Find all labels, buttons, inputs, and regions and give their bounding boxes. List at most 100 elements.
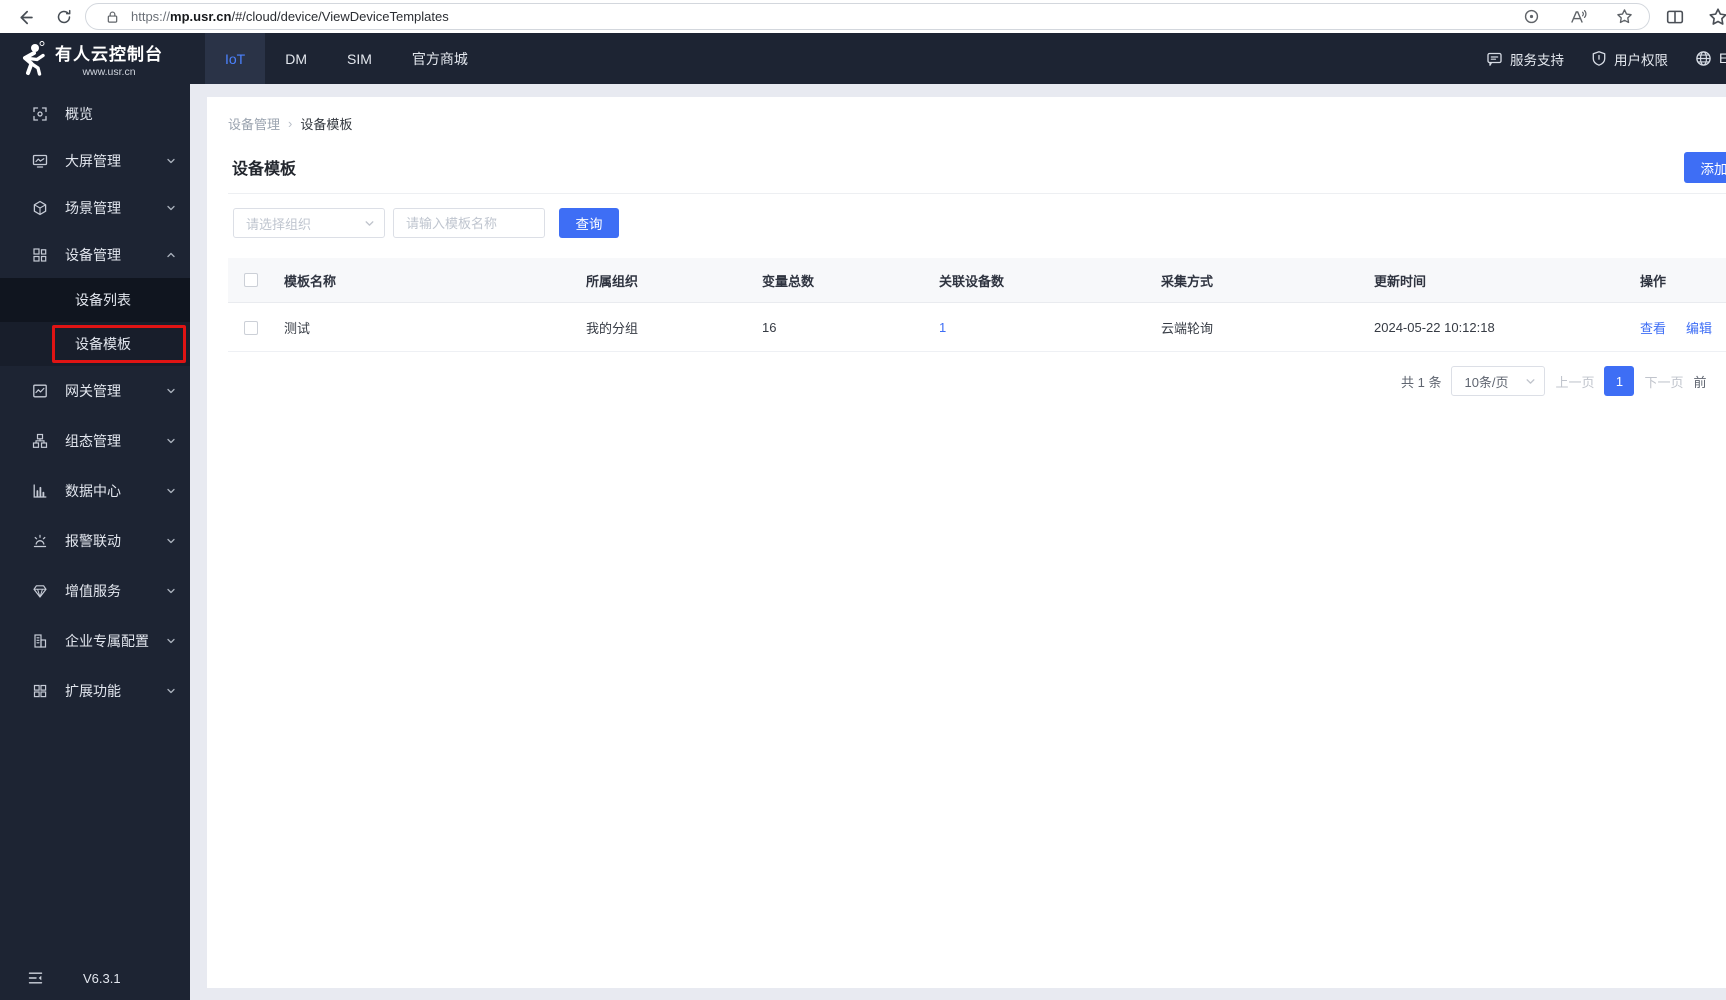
sidebar-item-extensions[interactable]: 扩展功能 [0, 666, 190, 716]
content-card: 设备管理 › 设备模板 设备模板 添加 请选择组织 查询 模板名称 所属组织 变… [207, 97, 1726, 988]
chevron-down-icon [166, 586, 176, 596]
split-screen-icon[interactable] [1666, 8, 1684, 26]
address-bar[interactable]: https://mp.usr.cn/#/cloud/device/ViewDev… [85, 3, 1650, 30]
lock-icon[interactable] [106, 10, 119, 24]
sidebar-item-data-center[interactable]: 数据中心 [0, 466, 190, 516]
browser-back-icon[interactable] [11, 4, 37, 30]
cell-update-time: 2024-05-22 10:12:18 [1374, 320, 1495, 335]
pagination-total: 共 1 条 [1401, 374, 1442, 390]
device-grid-icon [32, 247, 49, 263]
col-header-template-name: 模板名称 [284, 273, 337, 289]
url-text: https://mp.usr.cn/#/cloud/device/ViewDev… [131, 9, 449, 24]
send-to-device-icon[interactable] [1523, 8, 1540, 25]
add-template-button[interactable]: 添加 [1684, 152, 1726, 183]
sidebar-item-scada-mgmt[interactable]: 组态管理 [0, 416, 190, 466]
breadcrumb-device-mgmt[interactable]: 设备管理 [228, 114, 280, 133]
page-1-button[interactable]: 1 [1604, 366, 1635, 396]
sidebar: 概览 大屏管理 场景管理 设备管理 设备列表 设备模板 网关管理 组态管理 数据… [0, 84, 190, 1000]
url-path: /#/cloud/device/ViewDeviceTemplates [231, 9, 449, 24]
col-header-variable-total: 变量总数 [762, 273, 815, 289]
next-page-button[interactable]: 下一页 [1644, 372, 1683, 391]
sidebar-item-gateway-mgmt[interactable]: 网关管理 [0, 366, 190, 416]
chevron-down-icon [166, 203, 176, 213]
col-header-organization: 所属组织 [586, 273, 639, 289]
scene-cube-icon [32, 200, 49, 216]
collapse-sidebar-icon[interactable] [27, 970, 44, 986]
app-logo[interactable]: 有人云控制台 www.usr.cn [0, 33, 190, 84]
sidebar-item-value-added-services[interactable]: 增值服务 [0, 566, 190, 616]
row-checkbox[interactable] [244, 320, 258, 335]
tab-dm[interactable]: DM [265, 33, 327, 84]
app-version: V6.3.1 [83, 971, 121, 986]
tab-iot[interactable]: IoT [205, 33, 266, 84]
table-row: 测试 我的分组 16 1 云端轮询 2024-05-22 10:12:18 查看… [228, 304, 1726, 352]
linked-devices-link[interactable]: 1 [939, 320, 946, 335]
select-all-checkbox[interactable] [244, 273, 258, 287]
tab-sim[interactable]: SIM [327, 33, 392, 84]
sidebar-item-device-templates[interactable]: 设备模板 [0, 322, 190, 366]
organization-select-placeholder: 请选择组织 [246, 216, 312, 232]
favorite-star-icon[interactable] [1616, 8, 1633, 25]
prev-page-button[interactable]: 上一页 [1555, 372, 1594, 391]
cell-collect-method: 云端轮询 [1161, 321, 1214, 336]
url-domain: mp.usr.cn [170, 9, 232, 24]
organization-select[interactable]: 请选择组织 [233, 208, 385, 238]
pagination: 共 1 条 10条/页 上一页 1 下一页 前 [1401, 365, 1707, 397]
sidebar-item-device-mgmt[interactable]: 设备管理 [0, 231, 190, 278]
template-name-input[interactable] [393, 208, 545, 238]
diamond-badge-icon [32, 583, 49, 599]
app-header: 有人云控制台 www.usr.cn IoT DM SIM 官方商城 服务支持 用… [0, 33, 1726, 84]
chevron-down-icon [364, 218, 375, 229]
building-icon [32, 633, 49, 649]
service-support-link[interactable]: 服务支持 [1486, 49, 1564, 69]
logo-title: 有人云控制台 [55, 44, 163, 64]
gateway-chart-icon [32, 383, 49, 399]
alarm-siren-icon [32, 533, 49, 549]
collections-star-icon[interactable] [1708, 7, 1726, 27]
overview-icon [32, 106, 49, 122]
chevron-down-icon [166, 636, 176, 646]
sidebar-item-screen-mgmt[interactable]: 大屏管理 [0, 137, 190, 184]
divider [228, 193, 1726, 194]
chevron-down-icon [166, 486, 176, 496]
header-right: 服务支持 用户权限 English [1486, 33, 1726, 84]
chevron-down-icon [166, 156, 176, 166]
chevron-down-icon [166, 686, 176, 696]
chevron-down-icon [1525, 376, 1536, 387]
filter-bar: 请选择组织 查询 [233, 208, 619, 238]
sidebar-item-device-list[interactable]: 设备列表 [0, 278, 190, 322]
search-button[interactable]: 查询 [559, 208, 619, 238]
sidebar-item-enterprise-config[interactable]: 企业专属配置 [0, 616, 190, 666]
bar-chart-icon [32, 483, 49, 499]
cell-organization: 我的分组 [586, 321, 639, 336]
table-header-row: 模板名称 所属组织 变量总数 关联设备数 采集方式 更新时间 操作 [228, 258, 1726, 303]
url-scheme: https:// [131, 9, 171, 24]
logo-subtitle: www.usr.cn [82, 65, 136, 78]
shield-icon [1592, 51, 1606, 66]
jump-to-page-label: 前 [1693, 374, 1707, 390]
breadcrumb-separator: › [288, 116, 293, 131]
view-link[interactable]: 查看 [1640, 318, 1666, 337]
breadcrumb-current: 设备模板 [300, 117, 353, 132]
col-header-linked-devices: 关联设备数 [939, 273, 1005, 289]
product-tabs: IoT DM SIM 官方商城 [205, 33, 488, 84]
app-grid-icon [32, 683, 49, 699]
page-size-select[interactable]: 10条/页 [1451, 366, 1546, 396]
col-header-collect-method: 采集方式 [1161, 273, 1214, 289]
tab-official-store[interactable]: 官方商城 [392, 33, 488, 84]
sidebar-item-overview[interactable]: 概览 [0, 90, 190, 137]
sidebar-item-alarm-linkage[interactable]: 报警联动 [0, 516, 190, 566]
chevron-down-icon [166, 536, 176, 546]
sidebar-item-scene-mgmt[interactable]: 场景管理 [0, 184, 190, 231]
browser-refresh-icon[interactable] [51, 4, 77, 30]
read-aloud-icon[interactable] [1569, 9, 1587, 25]
edit-link[interactable]: 编辑 [1686, 318, 1712, 337]
chevron-up-icon [166, 250, 176, 260]
nodes-icon [32, 433, 49, 449]
language-switch[interactable]: English [1695, 50, 1726, 67]
cell-template-name: 测试 [284, 321, 311, 336]
user-permission-link[interactable]: 用户权限 [1591, 49, 1668, 69]
chevron-down-icon [166, 386, 176, 396]
usr-person-logo-icon [13, 40, 49, 78]
browser-toolbar: https://mp.usr.cn/#/cloud/device/ViewDev… [0, 0, 1726, 33]
